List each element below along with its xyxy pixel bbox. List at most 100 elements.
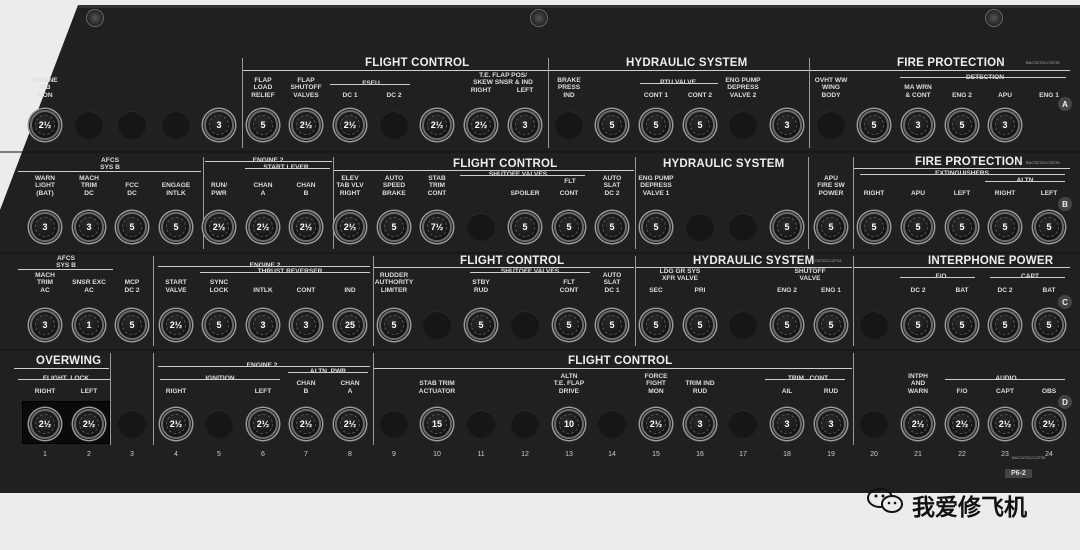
circuit-breaker[interactable]: 5 (947, 310, 977, 340)
circuit-breaker[interactable]: 2½ (291, 409, 321, 439)
circuit-breaker[interactable]: 2½ (335, 409, 365, 439)
circuit-breaker[interactable]: 2½ (291, 110, 321, 140)
breaker-label: APU (911, 189, 925, 197)
group-label: LDG GR SYS XFR VALVE (659, 268, 701, 283)
circuit-breaker[interactable]: 5 (641, 310, 671, 340)
circuit-breaker[interactable]: 5 (554, 212, 584, 242)
header-rule (549, 70, 809, 71)
circuit-breaker[interactable]: 2½ (903, 409, 933, 439)
circuit-breaker[interactable]: 5 (859, 110, 889, 140)
divider (242, 58, 243, 148)
circuit-breaker[interactable]: 2½ (641, 409, 671, 439)
breaker-label: RIGHT (34, 387, 56, 395)
circuit-breaker[interactable]: 3 (74, 212, 104, 242)
circuit-breaker[interactable]: 5 (772, 310, 802, 340)
part-code: BACS27DCCSF35 (1026, 60, 1060, 65)
circuit-breaker[interactable]: 2½ (161, 310, 191, 340)
circuit-breaker[interactable]: 5 (379, 212, 409, 242)
blank-plug (467, 213, 495, 241)
circuit-breaker[interactable]: 5 (1034, 212, 1064, 242)
circuit-breaker[interactable]: 3 (30, 212, 60, 242)
circuit-breaker[interactable]: 15 (422, 409, 452, 439)
circuit-breaker[interactable]: 2½ (466, 110, 496, 140)
row-c-interphone-header: INTERPHONE POWER (928, 255, 1054, 267)
circuit-breaker[interactable]: 3 (772, 110, 802, 140)
circuit-breaker[interactable]: 5 (161, 212, 191, 242)
circuit-breaker[interactable]: 2½ (74, 409, 104, 439)
circuit-breaker[interactable]: 5 (990, 310, 1020, 340)
circuit-breaker[interactable]: 5 (772, 212, 802, 242)
circuit-breaker[interactable]: 2½ (947, 409, 977, 439)
circuit-breaker[interactable]: 5 (379, 310, 409, 340)
circuit-breaker[interactable]: 3 (990, 110, 1020, 140)
header-rule (243, 70, 548, 71)
circuit-breaker[interactable]: 3 (510, 110, 540, 140)
circuit-breaker[interactable]: 5 (597, 110, 627, 140)
circuit-breaker[interactable]: 2½ (204, 212, 234, 242)
divider (808, 157, 809, 249)
circuit-breaker[interactable]: 3 (248, 310, 278, 340)
circuit-breaker[interactable]: 25 (335, 310, 365, 340)
circuit-breaker[interactable]: 5 (1034, 310, 1064, 340)
circuit-breaker[interactable]: 5 (990, 212, 1020, 242)
circuit-breaker[interactable]: 5 (117, 212, 147, 242)
column-number: 24 (1045, 451, 1053, 458)
breaker-label: RUD (823, 387, 839, 395)
circuit-breaker[interactable]: 5 (685, 310, 715, 340)
breaker-label: SEC (649, 286, 663, 294)
circuit-breaker[interactable]: 5 (903, 212, 933, 242)
circuit-breaker[interactable]: 5 (117, 310, 147, 340)
circuit-breaker[interactable]: 3 (772, 409, 802, 439)
circuit-breaker[interactable]: 5 (466, 310, 496, 340)
blank-plug (380, 410, 408, 438)
circuit-breaker[interactable]: 3 (816, 409, 846, 439)
group-rule (460, 175, 585, 176)
circuit-breaker[interactable]: 5 (641, 110, 671, 140)
circuit-breaker[interactable]: 2½ (30, 409, 60, 439)
circuit-breaker[interactable]: 5 (510, 212, 540, 242)
circuit-breaker[interactable]: 5 (947, 212, 977, 242)
circuit-breaker[interactable]: 2½ (248, 212, 278, 242)
circuit-breaker[interactable]: 5 (248, 110, 278, 140)
circuit-breaker[interactable]: 2½ (422, 110, 452, 140)
circuit-breaker[interactable]: 5 (903, 310, 933, 340)
circuit-breaker[interactable]: 2½ (248, 409, 278, 439)
circuit-breaker[interactable]: 1 (74, 310, 104, 340)
circuit-breaker[interactable]: 10 (554, 409, 584, 439)
column-number: 12 (521, 451, 529, 458)
breaker-label: BAT (955, 286, 969, 294)
circuit-breaker[interactable]: 5 (816, 212, 846, 242)
circuit-breaker[interactable]: 2½ (291, 212, 321, 242)
circuit-breaker[interactable]: 2½ (990, 409, 1020, 439)
divider (635, 256, 636, 346)
circuit-breaker[interactable]: 3 (30, 310, 60, 340)
breaker-label: START VALVE (165, 279, 187, 294)
circuit-breaker[interactable]: 3 (291, 310, 321, 340)
breaker-label: FORCE FIGHT MON (644, 373, 668, 395)
wechat-logo-icon (866, 487, 906, 515)
circuit-breaker[interactable]: 5 (685, 110, 715, 140)
circuit-breaker[interactable]: 5 (597, 212, 627, 242)
circuit-breaker[interactable]: 5 (641, 212, 671, 242)
circuit-breaker[interactable]: 3 (685, 409, 715, 439)
circuit-breaker[interactable]: 3 (903, 110, 933, 140)
circuit-breaker[interactable]: 2½ (335, 110, 365, 140)
circuit-breaker[interactable]: 5 (859, 212, 889, 242)
part-code: BACS27DCCSF35 (1026, 160, 1060, 165)
circuit-breaker[interactable]: 5 (947, 110, 977, 140)
circuit-breaker[interactable]: 2½ (30, 110, 60, 140)
circuit-breaker[interactable]: 7½ (422, 212, 452, 242)
group-rule (245, 168, 330, 169)
circuit-breaker[interactable]: 5 (816, 310, 846, 340)
breaker-label: RUDDER AUTHORITY LIMITER (374, 272, 414, 294)
circuit-breaker[interactable]: 2½ (161, 409, 191, 439)
circuit-breaker[interactable]: 2½ (1034, 409, 1064, 439)
circuit-breaker[interactable]: 3 (204, 110, 234, 140)
circuit-breaker[interactable]: 5 (554, 310, 584, 340)
circuit-breaker[interactable]: 5 (597, 310, 627, 340)
header-rule (334, 170, 634, 171)
breaker-label: RIGHT (470, 87, 492, 94)
circuit-breaker[interactable]: 2½ (335, 212, 365, 242)
divider (853, 353, 854, 445)
circuit-breaker[interactable]: 5 (204, 310, 234, 340)
